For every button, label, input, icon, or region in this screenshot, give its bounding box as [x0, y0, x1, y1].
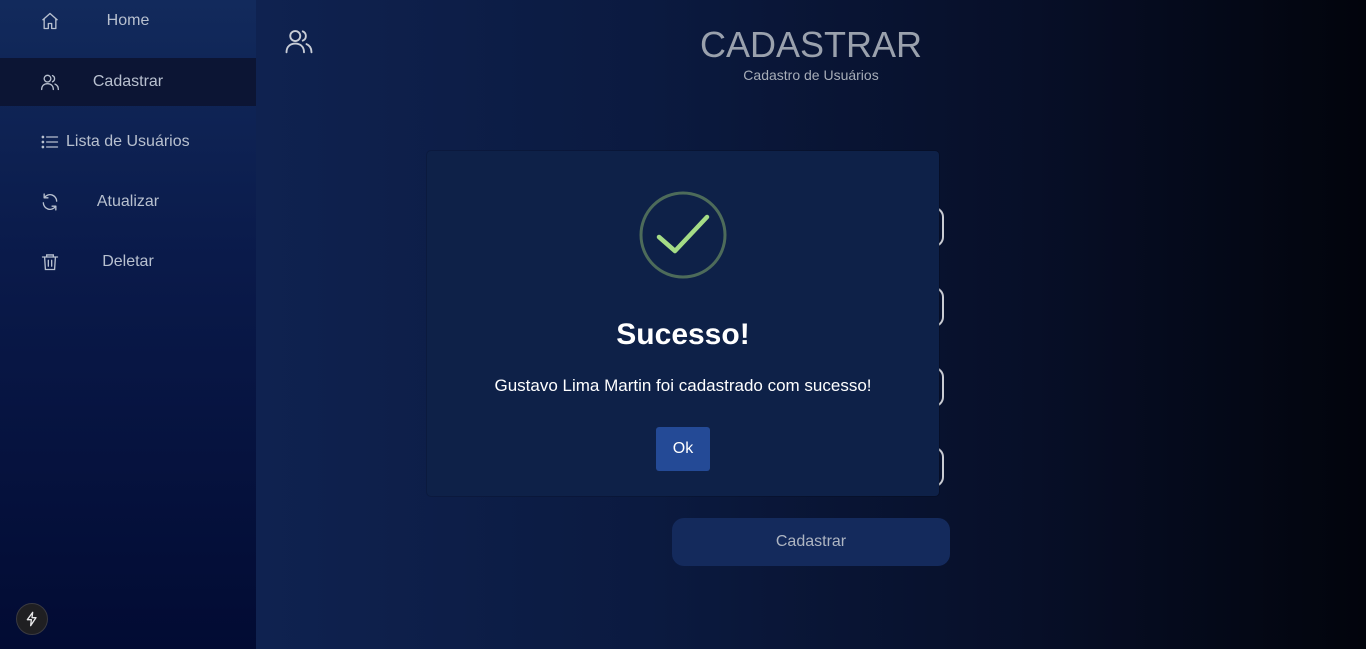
- sidebar-item-label: Deletar: [102, 253, 154, 270]
- sidebar-item-atualizar[interactable]: Atualizar: [0, 178, 256, 226]
- sidebar-item-label: Lista de Usuários: [66, 133, 190, 150]
- dialog-title: Sucesso!: [616, 318, 750, 351]
- page-title: CADASTRAR: [699, 24, 923, 65]
- users-icon: [284, 26, 314, 56]
- sidebar-item-deletar[interactable]: Deletar: [0, 238, 256, 286]
- dialog-message: Gustavo Lima Martin foi cadastrado com s…: [494, 376, 872, 395]
- sidebar-item-label: Cadastrar: [92, 73, 164, 90]
- list-icon: [40, 132, 60, 152]
- sidebar-item-lista-de-usuarios[interactable]: Lista de Usuários: [0, 118, 256, 166]
- success-dialog: Sucesso! Gustavo Lima Martin foi cadastr…: [427, 151, 939, 496]
- sidebar-item-label: Atualizar: [96, 193, 160, 210]
- sidebar: Home Cadastrar Lista de Usuários Atualiz…: [0, 0, 256, 649]
- check-icon: [639, 191, 727, 279]
- sidebar-item-cadastrar[interactable]: Cadastrar: [0, 58, 256, 106]
- bolt-icon[interactable]: [16, 603, 48, 635]
- cadastrar-button[interactable]: Cadastrar: [672, 518, 950, 566]
- sidebar-item-label: Home: [106, 12, 150, 29]
- ok-button[interactable]: Ok: [656, 427, 710, 471]
- page-subtitle: Cadastro de Usuários: [743, 67, 879, 83]
- page-header: CADASTRAR Cadastro de Usuários: [656, 24, 966, 84]
- sidebar-item-home[interactable]: Home: [0, 0, 256, 48]
